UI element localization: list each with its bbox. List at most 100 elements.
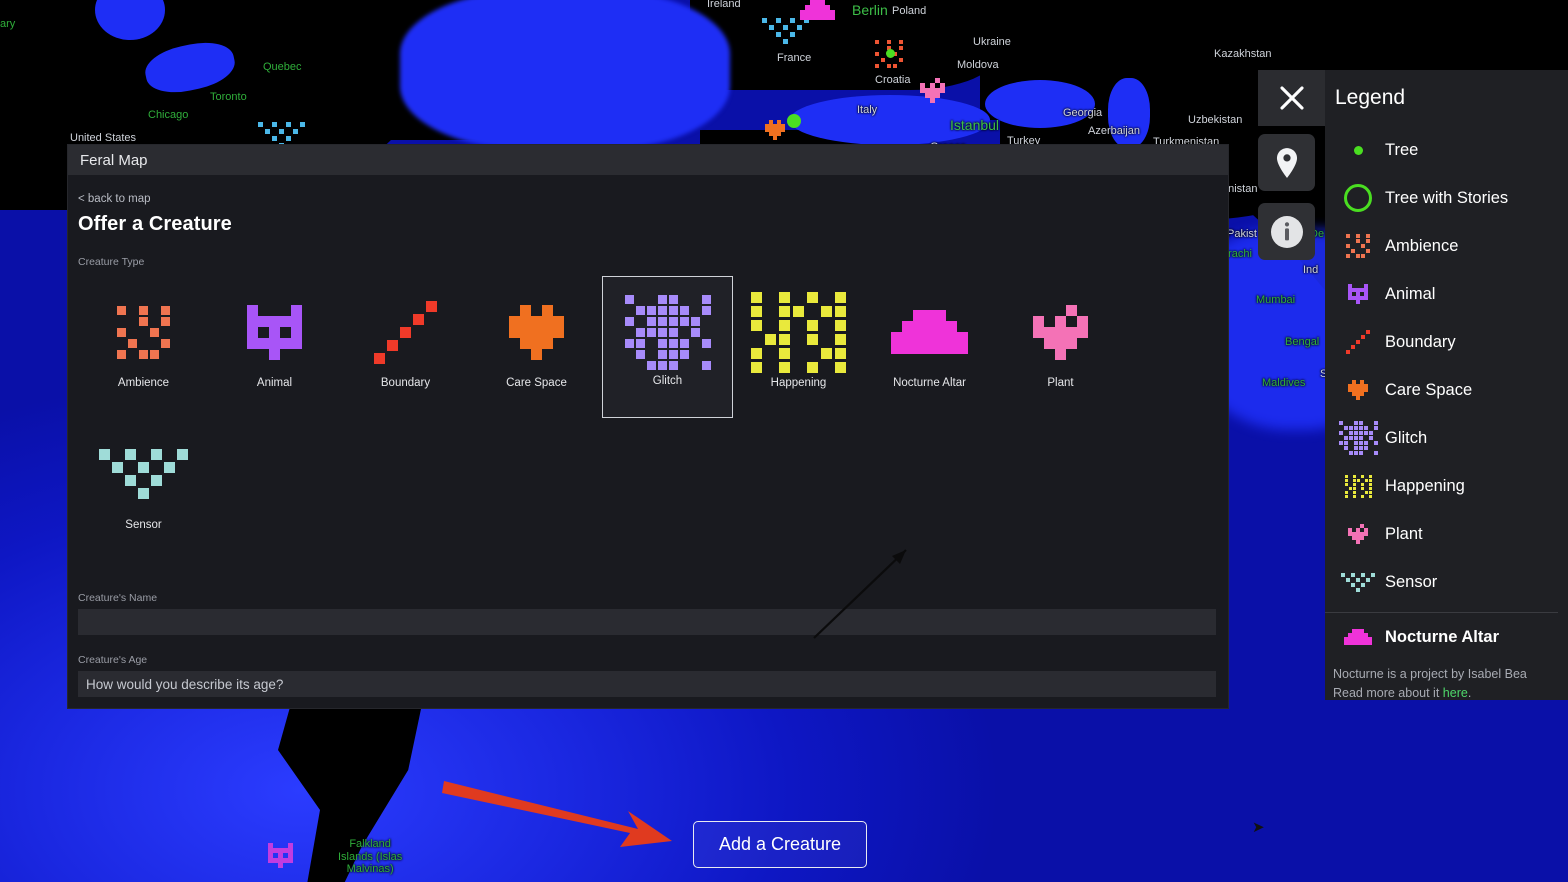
creature-type-glitch[interactable]: Glitch [602, 276, 733, 418]
legend-item-tree-with-stories[interactable]: Tree with Stories [1335, 174, 1568, 222]
info-icon [1270, 215, 1303, 248]
offer-creature-modal: Feral Map < back to map Offer a Creature… [68, 145, 1228, 708]
happening-icon [1335, 469, 1381, 503]
legend-item-label: Glitch [1385, 428, 1428, 447]
plant-icon [1011, 301, 1111, 363]
legend-item-tree[interactable]: Tree [1335, 126, 1568, 174]
legend-item-label: Tree with Stories [1385, 188, 1509, 207]
legend-list[interactable]: Tree Tree with Stories Ambience Animal Bound… [1325, 126, 1568, 606]
legend-footer: Nocturne is a project by Isabel Bea Read… [1325, 661, 1568, 700]
care-icon [1335, 373, 1381, 407]
care-space-icon [487, 301, 587, 363]
legend-item-happening[interactable]: Happening [1335, 462, 1568, 510]
black-sea [985, 80, 1095, 128]
map-label: Bengal [1285, 336, 1320, 348]
legend-footer-line2-pre: Read more about it [1333, 685, 1443, 700]
legend-item-boundary[interactable]: Boundary [1335, 318, 1568, 366]
creature-type-label: Sensor [125, 519, 162, 531]
map-label: Quebec [263, 61, 302, 73]
legend-footer-link[interactable]: here [1443, 686, 1468, 700]
creature-type-label: Boundary [380, 377, 431, 389]
creature-type-grid[interactable]: Ambience Animal Boundary Care Space Glitch Ha… [78, 276, 1218, 558]
north-atlantic [400, 0, 730, 150]
legend-item-label: Nocturne Altar [1385, 627, 1499, 646]
glitch-icon [1335, 421, 1381, 455]
creature-age-input[interactable] [78, 671, 1216, 697]
ambience-icon [94, 301, 194, 363]
map-label: Italy [857, 104, 878, 116]
legend-item-care-space[interactable]: Care Space [1335, 366, 1568, 414]
legend-footer-line2-post: . [1467, 685, 1472, 700]
map-marker-tree-med[interactable] [787, 114, 801, 128]
creature-type-happening[interactable]: Happening [733, 276, 864, 416]
map-label: Pakist [1227, 228, 1257, 240]
map-label: Ukraine [973, 36, 1011, 48]
dot-icon [1335, 133, 1381, 167]
map-marker-care-spain[interactable] [765, 120, 785, 145]
map-label: United States [70, 132, 137, 144]
close-icon [1279, 86, 1304, 110]
ambience-icon [1335, 229, 1381, 263]
map-label: ary [0, 18, 16, 30]
legend-item-label: Boundary [1385, 332, 1456, 351]
creature-type-nocturne-altar[interactable]: Nocturne Altar [864, 276, 995, 416]
map-marker-altar-north-sea[interactable] [800, 0, 835, 25]
map-info-button[interactable] [1258, 203, 1315, 260]
creature-type-label: Animal [256, 377, 293, 389]
map-marker-animal-patagonia[interactable] [268, 843, 293, 873]
animal-icon [225, 301, 325, 363]
map-label: Falkland Islands (Islas Malvinas) [338, 838, 403, 876]
sensor-icon [1335, 565, 1381, 599]
creature-type-animal[interactable]: Animal [209, 276, 340, 416]
creature-type-label: Plant [1047, 377, 1074, 389]
page-title: Offer a Creature [78, 213, 232, 235]
creature-type-label: Ambience [117, 377, 170, 389]
creature-type-label: Glitch [652, 375, 683, 387]
add-creature-label: Add a Creature [718, 834, 842, 854]
creature-type-boundary[interactable]: Boundary [340, 276, 471, 416]
map-label: Maldives [1262, 377, 1306, 389]
map-label: Kazakhstan [1214, 48, 1272, 60]
creature-type-label: Care Space [506, 377, 567, 389]
legend-item-ambience[interactable]: Ambience [1335, 222, 1568, 270]
map-label: Toronto [210, 91, 247, 103]
creature-type-sensor[interactable]: Sensor [78, 418, 209, 558]
legend-item-label: Sensor [1385, 572, 1438, 591]
map-label: Istanbul [950, 117, 1000, 133]
add-creature-button[interactable]: Add a Creature [693, 821, 867, 868]
legend-item-animal[interactable]: Animal [1335, 270, 1568, 318]
map-pin-button[interactable] [1258, 134, 1315, 191]
window-title: Feral Map [80, 151, 148, 169]
altar-icon [1335, 620, 1381, 654]
legend-footer-line1: Nocturne is a project by Isabel Bea [1333, 667, 1527, 681]
map-label: Berlin [852, 2, 888, 18]
map-marker-tree-croatia[interactable] [886, 49, 895, 58]
ring-icon [1335, 181, 1381, 215]
map-marker-plant-aegean[interactable] [920, 78, 945, 108]
sensor-icon [94, 443, 194, 505]
creature-age-label: Creature's Age [78, 654, 148, 666]
map-label: Azerbaijan [1088, 125, 1140, 137]
modal-body: < back to map Offer a Creature Creature … [68, 175, 1228, 697]
plant-icon [1335, 517, 1381, 551]
legend-panel: Legend Tree Tree with Stories Ambience Anim… [1325, 70, 1568, 700]
creature-name-input[interactable] [78, 609, 1216, 635]
creature-type-label: Happening [770, 377, 827, 389]
legend-title: Legend [1335, 86, 1406, 109]
creature-type-label: Nocturne Altar [893, 377, 966, 389]
legend-item-label: Happening [1385, 476, 1465, 495]
map-label: Moldova [957, 59, 999, 71]
legend-item-plant[interactable]: Plant [1335, 510, 1568, 558]
creature-type-plant[interactable]: Plant [995, 276, 1126, 416]
back-to-map-link[interactable]: < back to map [78, 193, 151, 205]
creature-type-label: Creature Type [78, 256, 145, 268]
creature-type-care-space[interactable]: Care Space [471, 276, 602, 416]
legend-item-label: Ambience [1385, 236, 1459, 255]
map-label: Poland [892, 5, 927, 17]
legend-close-button[interactable] [1258, 70, 1325, 126]
legend-item-sensor[interactable]: Sensor [1335, 558, 1568, 606]
legend-item-glitch[interactable]: Glitch [1335, 414, 1568, 462]
legend-item-label: Plant [1385, 524, 1423, 543]
creature-type-ambience[interactable]: Ambience [78, 276, 209, 416]
legend-item-nocturne-altar[interactable]: Nocturne Altar [1325, 613, 1568, 661]
